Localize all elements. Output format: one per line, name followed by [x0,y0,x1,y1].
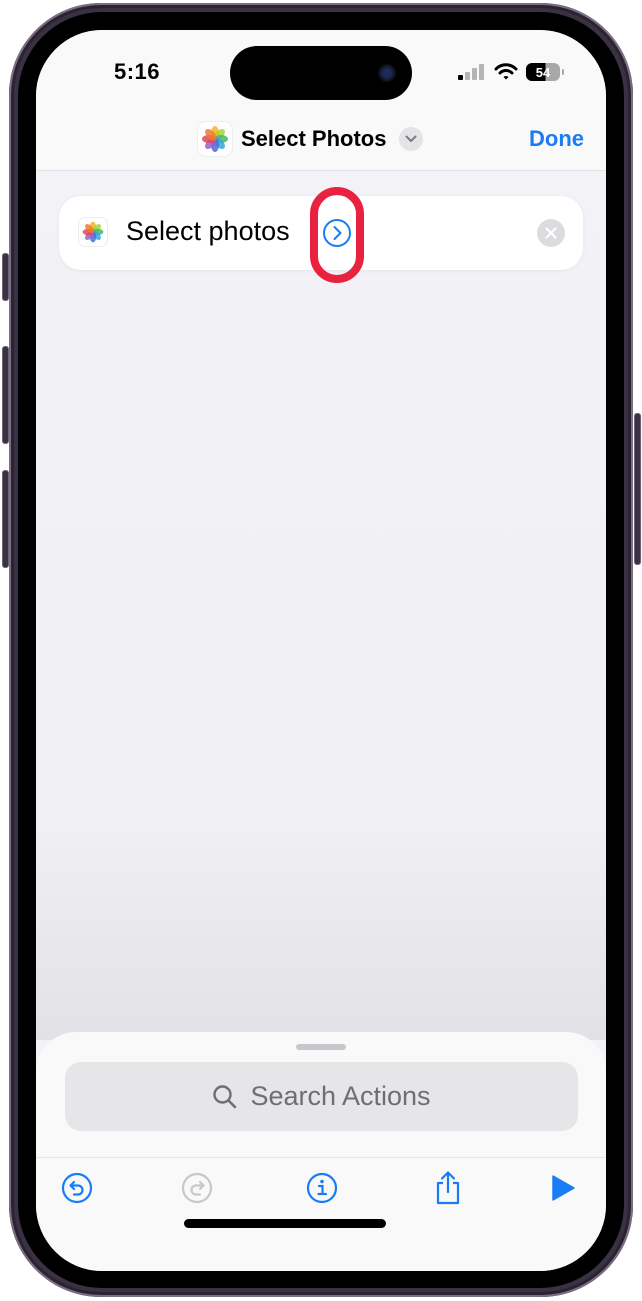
action-label: Select photos [126,216,290,246]
battery-level: 54 [535,64,551,80]
photos-app-icon [79,218,107,246]
action-button [2,253,9,301]
shortcut-title: Select Photos [241,126,387,151]
shortcut-title-menu[interactable]: Select Photos [198,122,424,156]
share-button[interactable] [430,1170,466,1206]
cellular-signal-icon [458,64,484,80]
home-indicator[interactable] [184,1219,386,1228]
play-icon [552,1175,575,1201]
photos-app-icon [198,122,232,156]
side-power-button [634,413,641,565]
run-shortcut-button[interactable] [545,1170,581,1206]
camera-icon [378,64,396,82]
status-icons: 54 [458,63,564,81]
magnifying-glass-icon [213,1084,237,1108]
done-button[interactable]: Done [529,126,584,152]
screen: Select Photos Done 5:16 54 Select photos… [36,30,606,1271]
redo-button[interactable] [179,1170,215,1206]
close-icon [545,227,557,239]
remove-action-button[interactable] [537,219,565,247]
sheet-grabber-handle[interactable] [296,1044,346,1050]
editor-toolbar [36,1170,606,1210]
dynamic-island [230,46,412,100]
info-button[interactable] [304,1170,340,1206]
status-time: 5:16 [114,59,161,84]
actions-bottom-sheet: Search Actions [36,1032,606,1271]
undo-button[interactable] [59,1170,95,1206]
redo-icon [181,1172,213,1204]
search-placeholder: Search Actions [250,1081,431,1111]
toolbar-divider [36,1157,606,1158]
canvas-background [36,170,606,1040]
chevron-down-icon[interactable] [399,127,424,151]
info-icon [306,1172,338,1204]
volume-down-button [2,470,9,568]
undo-icon [61,1172,93,1204]
search-actions-field[interactable]: Search Actions [65,1062,578,1131]
annotation-highlight-ring [310,187,364,283]
battery-indicator: 54 [526,63,564,81]
wifi-icon [494,63,518,80]
volume-up-button [2,346,9,444]
share-icon [436,1171,460,1205]
